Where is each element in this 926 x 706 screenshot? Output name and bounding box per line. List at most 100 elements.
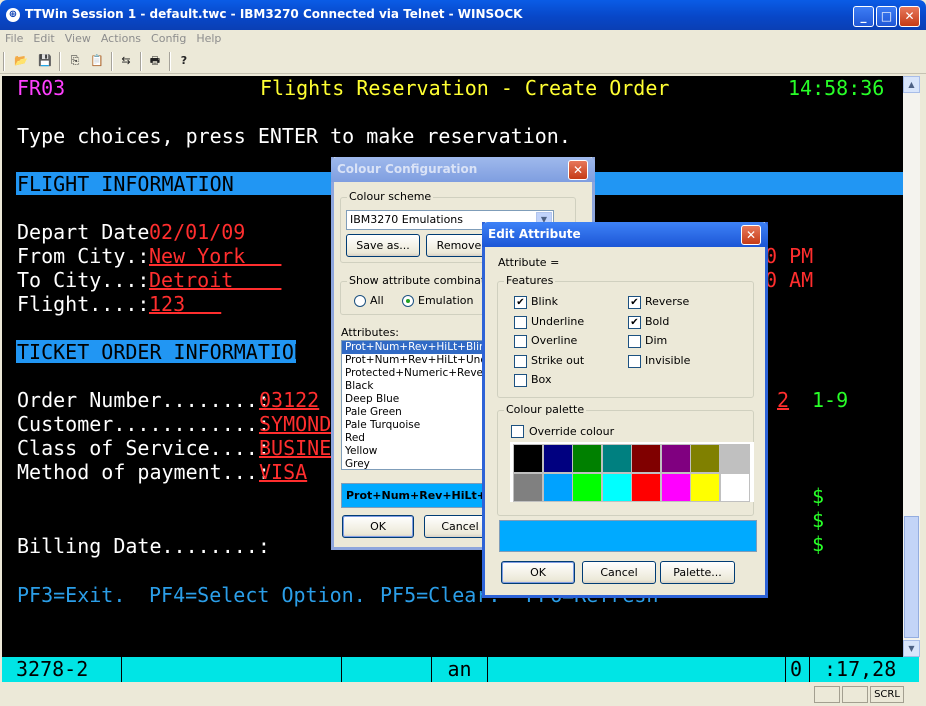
from-field[interactable]: New York xyxy=(149,244,281,268)
feature-checkbox-underline[interactable] xyxy=(514,315,527,329)
palette-swatch[interactable] xyxy=(542,473,573,502)
attribute-list-item[interactable]: Red xyxy=(342,432,490,445)
copy-icon[interactable]: ⎘ xyxy=(66,52,84,70)
depart-field[interactable]: 02/01/09 xyxy=(149,220,245,244)
attribute-list-item[interactable]: Yellow xyxy=(342,445,490,458)
attribute-list-item[interactable]: Protected+Numeric+Reverse+HiLt xyxy=(342,367,490,380)
attribute-list-item[interactable]: Pale Green xyxy=(342,406,490,419)
cursor-position: :17,28 xyxy=(824,657,897,681)
save-as-button[interactable]: Save as... xyxy=(346,234,420,257)
pf4-key[interactable]: PF4=Select Option. xyxy=(149,583,366,607)
toolbar-separator xyxy=(59,52,61,71)
feature-checkbox-invisible[interactable] xyxy=(628,354,641,368)
colour-dialog-close-button[interactable]: ✕ xyxy=(568,160,588,180)
currency-symbol: $ xyxy=(812,508,825,532)
override-colour-checkbox[interactable] xyxy=(511,425,524,438)
paste-icon[interactable]: 📋 xyxy=(88,52,106,70)
edit-dialog-titlebar[interactable]: Edit Attribute ✕ xyxy=(482,222,768,247)
edit-ok-button[interactable]: OK xyxy=(501,561,575,584)
maximize-button[interactable]: □ xyxy=(876,6,897,27)
override-colour-label: Override colour xyxy=(529,425,615,438)
feature-label: Blink xyxy=(531,295,559,308)
palette-swatch[interactable] xyxy=(719,473,750,502)
palette-swatch[interactable] xyxy=(690,444,720,473)
palette-swatch[interactable] xyxy=(572,473,602,502)
to-field[interactable]: Detroit xyxy=(149,268,281,292)
menu-view[interactable]: View xyxy=(60,30,96,47)
feature-checkbox-blink[interactable]: ✔ xyxy=(514,296,527,309)
palette-swatch[interactable] xyxy=(660,444,691,473)
open-icon[interactable]: 📂 xyxy=(12,52,30,70)
colour-dialog-titlebar[interactable]: Colour Configuration ✕ xyxy=(331,157,595,182)
menu-config[interactable]: Config xyxy=(146,30,191,47)
radio-all-label: All xyxy=(370,294,384,307)
palette-swatch[interactable] xyxy=(513,444,543,473)
radio-emulation[interactable] xyxy=(402,295,414,307)
scroll-thumb[interactable] xyxy=(904,516,919,638)
attribute-list-item[interactable]: Pale Turquoise xyxy=(342,419,490,432)
help-icon[interactable]: ? xyxy=(175,52,193,70)
operator-info-area: 3278-2 an 0 :17,28 xyxy=(2,657,919,682)
palette-swatch[interactable] xyxy=(601,444,632,473)
palette-swatch[interactable] xyxy=(572,444,602,473)
attributes-list[interactable]: Prot+Num+Rev+HiLt+Blink Prot+Num+Rev+HiLt… xyxy=(341,340,491,470)
palette-swatch[interactable] xyxy=(660,473,691,502)
radio-all[interactable] xyxy=(354,295,366,307)
palette-swatch[interactable] xyxy=(631,473,661,502)
screen-id: FR03 xyxy=(17,76,66,100)
attribute-list-item[interactable]: Prot+Num+Rev+HiLt+Underscore xyxy=(342,354,490,367)
feature-checkbox-box[interactable] xyxy=(514,374,527,387)
feature-label: Bold xyxy=(645,314,670,328)
currency-symbol: $ xyxy=(812,532,825,556)
palette-swatch[interactable] xyxy=(601,473,632,502)
connect-icon[interactable]: ⇆ xyxy=(117,52,135,70)
menu-file[interactable]: File xyxy=(0,30,28,47)
save-icon[interactable]: 💾 xyxy=(36,52,54,70)
palette-swatch[interactable] xyxy=(631,444,661,473)
scroll-down-icon[interactable]: ▼ xyxy=(903,640,920,657)
flight-header: FLIGHT INFORMATION xyxy=(17,172,234,196)
edit-cancel-button[interactable]: Cancel xyxy=(582,561,656,584)
feature-checkbox-dim[interactable] xyxy=(628,335,641,348)
from-label: From City.: xyxy=(17,244,162,268)
attribute-list-item[interactable]: Prot+Num+Rev+HiLt+Blink xyxy=(342,341,490,354)
title-bar[interactable]: ⊕ TTWin Session 1 - default.twc - IBM327… xyxy=(0,0,926,30)
feature-checkbox-reverse[interactable]: ✔ xyxy=(628,296,641,309)
attribute-list-item[interactable]: Black xyxy=(342,380,490,393)
flight-field[interactable]: 123 xyxy=(149,292,221,316)
menu-actions[interactable]: Actions xyxy=(96,30,146,47)
attribute-list-item[interactable]: Grey xyxy=(342,458,490,469)
attribute-list-item[interactable]: Deep Blue xyxy=(342,393,490,406)
palette-swatch[interactable] xyxy=(513,473,543,502)
palette-button[interactable]: Palette... xyxy=(660,561,735,584)
feature-checkbox-strike-out[interactable] xyxy=(514,354,527,368)
app-icon[interactable]: ⊕ xyxy=(6,8,20,22)
colour-ok-button[interactable]: OK xyxy=(342,515,414,538)
menu-help[interactable]: Help xyxy=(191,30,226,47)
pf3-key[interactable]: PF3=Exit. xyxy=(17,583,125,607)
feature-label: Invisible xyxy=(645,353,691,367)
palette-swatch[interactable] xyxy=(719,444,750,473)
quantity-field[interactable]: 2 xyxy=(777,388,789,412)
palette-swatch[interactable] xyxy=(690,473,720,502)
oia-segment xyxy=(488,657,786,682)
radio-emulation-label: Emulation xyxy=(418,294,474,307)
minimize-button[interactable]: _ xyxy=(853,6,874,27)
feature-label: Reverse xyxy=(645,295,690,308)
order-field[interactable]: 03122 xyxy=(259,388,319,412)
close-button[interactable]: ✕ xyxy=(899,6,920,27)
toolbar-separator xyxy=(111,52,113,71)
edit-dialog-close-button[interactable]: ✕ xyxy=(741,225,761,245)
menu-edit[interactable]: Edit xyxy=(28,30,59,47)
payment-field[interactable]: VISA xyxy=(259,460,307,484)
ticket-header: TICKET ORDER INFORMATION xyxy=(17,340,306,364)
feature-checkbox-bold[interactable]: ✔ xyxy=(628,315,641,329)
feature-checkbox-overline[interactable] xyxy=(514,335,527,348)
scroll-up-icon[interactable]: ▲ xyxy=(903,76,920,93)
palette-swatch[interactable] xyxy=(542,444,573,473)
vertical-scrollbar[interactable]: ▲ ▼ xyxy=(903,76,920,657)
edit-attribute-dialog: Edit Attribute ✕ Attribute = Features ✔ B… xyxy=(482,222,768,598)
attribute-value-label: Attribute = xyxy=(498,256,560,269)
print-icon[interactable]: 🖶 xyxy=(146,52,164,70)
colour-scheme-value: IBM3270 Emulations xyxy=(350,213,464,226)
